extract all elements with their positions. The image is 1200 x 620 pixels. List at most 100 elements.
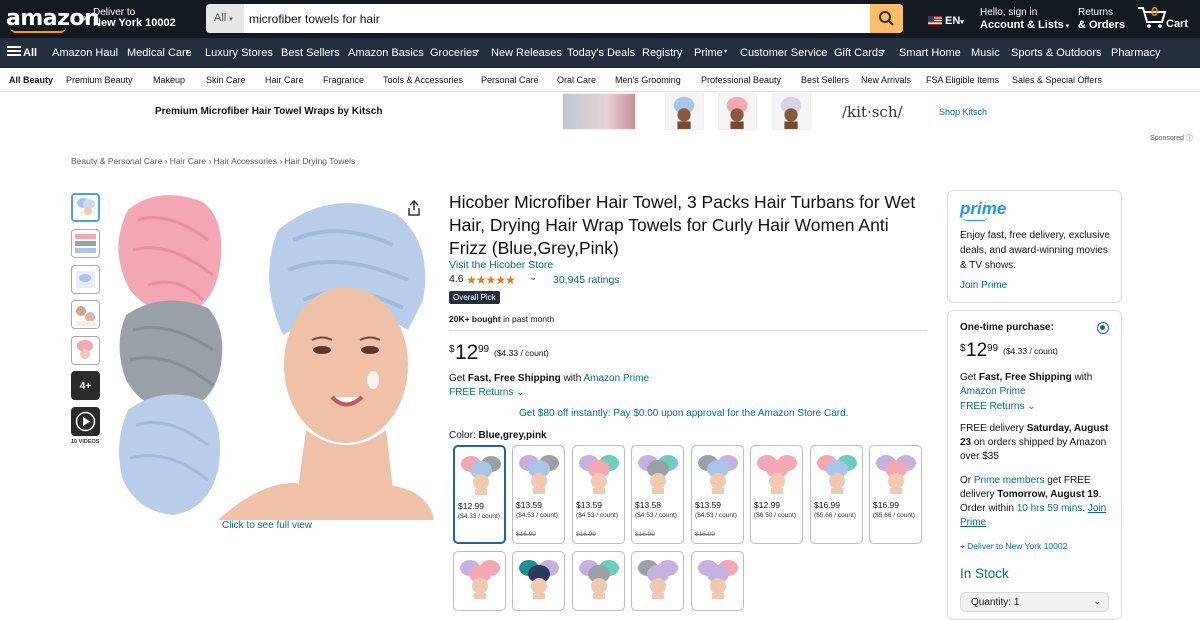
account-lists[interactable]: Hello, sign in Account & Lists ▾ bbox=[980, 7, 1069, 33]
deliver-to-location[interactable]: ⌖ Deliver to New York 10002 bbox=[81, 7, 176, 29]
subnav-item-tools-accessories[interactable]: Tools & Accessories bbox=[383, 75, 463, 85]
sponsored-banner-headline[interactable]: Premium Microfiber Hair Towel Wraps by K… bbox=[155, 106, 382, 117]
color-swatch[interactable]: $12.99 ($6.50 / count) bbox=[750, 445, 803, 544]
subnav-item-new-arrivals[interactable]: New Arrivals bbox=[861, 75, 911, 85]
nav-item-groceries[interactable]: Groceries bbox=[430, 47, 478, 59]
cart-button[interactable]: 0 Cart bbox=[1137, 4, 1188, 32]
thumbnail-image[interactable] bbox=[71, 300, 100, 329]
search-button[interactable] bbox=[870, 4, 903, 33]
subnav-item-makeup[interactable]: Makeup bbox=[153, 75, 185, 85]
store-link[interactable]: Visit the Hicober Store bbox=[449, 259, 553, 271]
search-category-dropdown[interactable]: All ▾ bbox=[206, 4, 244, 33]
hamburger-menu-icon[interactable] bbox=[7, 45, 21, 60]
main-product-image[interactable] bbox=[108, 190, 434, 520]
kitsch-logo[interactable]: /kit·sch/ bbox=[842, 103, 903, 121]
buy-box: One-time purchase: $ 12 99 ($4.33 / coun… bbox=[947, 310, 1122, 620]
nav-item-medical-care[interactable]: Medical Care bbox=[127, 47, 192, 59]
thumbnail-image[interactable] bbox=[71, 229, 100, 258]
nav-item-new-releases[interactable]: New Releases bbox=[491, 47, 562, 59]
more-thumbnails-button[interactable]: 4+ bbox=[71, 371, 100, 400]
one-time-purchase-radio[interactable] bbox=[1097, 322, 1109, 334]
swatch-price: $16.99 bbox=[814, 500, 840, 510]
color-swatch[interactable]: $13.59 ($4.53 / count) $16.99 bbox=[572, 445, 625, 544]
join-prime-link[interactable]: Join Prime bbox=[960, 280, 1007, 291]
store-card-promo-link[interactable]: Get $80 off instantly: Pay $0.00 upon ap… bbox=[519, 408, 848, 419]
nav-item-smart-home[interactable]: Smart Home bbox=[899, 47, 961, 59]
banner-product-image[interactable] bbox=[665, 93, 704, 130]
subnav-item-fragrance[interactable]: Fragrance bbox=[323, 75, 364, 85]
color-swatch[interactable] bbox=[691, 551, 744, 611]
color-swatch[interactable] bbox=[512, 551, 565, 611]
color-swatch[interactable] bbox=[572, 551, 625, 611]
amazon-logo-smile bbox=[10, 27, 66, 33]
nav-item-gift-cards[interactable]: Gift Cards bbox=[834, 47, 884, 59]
video-thumbnail[interactable] bbox=[71, 407, 100, 436]
subnav-item-professional-beauty[interactable]: Professional Beauty bbox=[701, 75, 781, 85]
color-swatch[interactable]: $13.58 ($4.53 / count) $16.99 bbox=[631, 445, 684, 544]
account-line1: Hello, sign in bbox=[980, 7, 1038, 18]
nav-item-best-sellers[interactable]: Best Sellers bbox=[281, 47, 340, 59]
share-icon[interactable] bbox=[407, 200, 421, 216]
thumbnail-image[interactable] bbox=[71, 265, 100, 294]
color-swatch[interactable]: $12.99 ($4.33 / count) bbox=[453, 445, 506, 544]
swatch-price: $16.99 bbox=[873, 500, 899, 510]
nav-item-amazon-haul[interactable]: Amazon Haul bbox=[52, 47, 118, 59]
subnav-item-fsa-eligible[interactable]: FSA Eligible Items bbox=[926, 75, 999, 85]
nav-item-todays-deals[interactable]: Today's Deals bbox=[567, 47, 635, 59]
subnav-item-hair-care[interactable]: Hair Care bbox=[265, 75, 304, 85]
nav-item-music[interactable]: Music bbox=[971, 47, 1000, 59]
full-view-link[interactable]: Click to see full view bbox=[222, 520, 312, 531]
quantity-dropdown[interactable]: Quantity: 1 ⌄ bbox=[960, 592, 1109, 612]
amazon-prime-link[interactable]: Amazon Prime bbox=[960, 386, 1026, 397]
banner-lifestyle-image[interactable] bbox=[562, 93, 636, 130]
color-swatch[interactable] bbox=[453, 551, 506, 611]
subnav-item-best-sellers[interactable]: Best Sellers bbox=[801, 75, 849, 85]
color-swatch[interactable] bbox=[631, 551, 684, 611]
color-swatch[interactable]: $13.59 ($4.53 / count) $16.99 bbox=[691, 445, 744, 544]
amazon-prime-link[interactable]: Amazon Prime bbox=[584, 373, 650, 384]
thumbnail-image[interactable] bbox=[71, 193, 100, 222]
price-symbol: $ bbox=[449, 344, 455, 355]
deliver-to-link[interactable]: ⌖ Deliver to New York 10002 bbox=[960, 541, 1067, 552]
subnav-item-skin-care[interactable]: Skin Care bbox=[206, 75, 246, 85]
subnav-item-all-beauty[interactable]: All Beauty bbox=[9, 75, 53, 85]
ship-bold: Fast, Free Shipping bbox=[978, 372, 1072, 383]
banner-product-image[interactable] bbox=[772, 93, 811, 130]
nav-item-registry[interactable]: Registry bbox=[642, 47, 682, 59]
free-returns-link[interactable]: FREE Returns ⌄ bbox=[449, 387, 525, 398]
chevron-down-icon[interactable]: ⌄ bbox=[529, 272, 537, 283]
subnav-item-sales-offers[interactable]: Sales & Special Offers bbox=[1012, 75, 1102, 85]
color-swatch[interactable]: $13.59 ($4.53 / count) $16.99 bbox=[512, 445, 565, 544]
color-swatch[interactable]: $16.99 ($5.66 / count) bbox=[869, 445, 922, 544]
color-swatch[interactable]: $16.99 ($5.66 / count) bbox=[810, 445, 863, 544]
nav-item-sports-outdoors[interactable]: Sports & Outdoors bbox=[1011, 47, 1102, 59]
orders-line2: & Orders bbox=[1078, 19, 1126, 31]
ratings-count-link[interactable]: 30,945 ratings bbox=[553, 274, 620, 286]
subnav-item-premium-beauty[interactable]: Premium Beauty bbox=[66, 75, 133, 85]
thumbnail-image[interactable] bbox=[71, 336, 100, 365]
nav-item-pharmacy[interactable]: Pharmacy bbox=[1111, 47, 1161, 59]
banner-product-image[interactable] bbox=[718, 93, 757, 130]
returns-orders[interactable]: Returns & Orders bbox=[1078, 7, 1125, 32]
breadcrumb[interactable]: Beauty & Personal Care › Hair Care › Hai… bbox=[71, 156, 355, 166]
prime-members-link[interactable]: Prime members bbox=[974, 475, 1045, 486]
shop-kitsch-link[interactable]: Shop Kitsch bbox=[939, 107, 987, 117]
swatch-price: $12.99 bbox=[754, 500, 780, 510]
nav-item-prime[interactable]: Prime bbox=[694, 47, 723, 59]
order-countdown: 10 hrs 59 mins bbox=[1016, 503, 1083, 514]
nav-item-customer-service[interactable]: Customer Service bbox=[740, 47, 827, 59]
star-rating-icon[interactable]: ★★★★★ bbox=[466, 273, 516, 287]
subnav-item-mens-grooming[interactable]: Men's Grooming bbox=[615, 75, 681, 85]
info-icon[interactable]: ⓘ bbox=[1186, 135, 1193, 142]
nav-item-all[interactable]: All bbox=[23, 47, 37, 59]
nav-item-luxury-stores[interactable]: Luxury Stores bbox=[205, 47, 273, 59]
search-input[interactable] bbox=[249, 4, 869, 33]
nav-item-amazon-basics[interactable]: Amazon Basics bbox=[348, 47, 424, 59]
subnav-item-personal-care[interactable]: Personal Care bbox=[481, 75, 539, 85]
location-pin-icon: ⌖ bbox=[960, 541, 965, 551]
subnav-item-oral-care[interactable]: Oral Care bbox=[557, 75, 596, 85]
language-selector[interactable]: EN▾ bbox=[928, 15, 964, 27]
swatch-image bbox=[638, 560, 678, 599]
free-returns-link[interactable]: FREE Returns ⌄ bbox=[960, 400, 1112, 414]
swatch-unit-price: ($6.50 / count) bbox=[754, 512, 796, 519]
